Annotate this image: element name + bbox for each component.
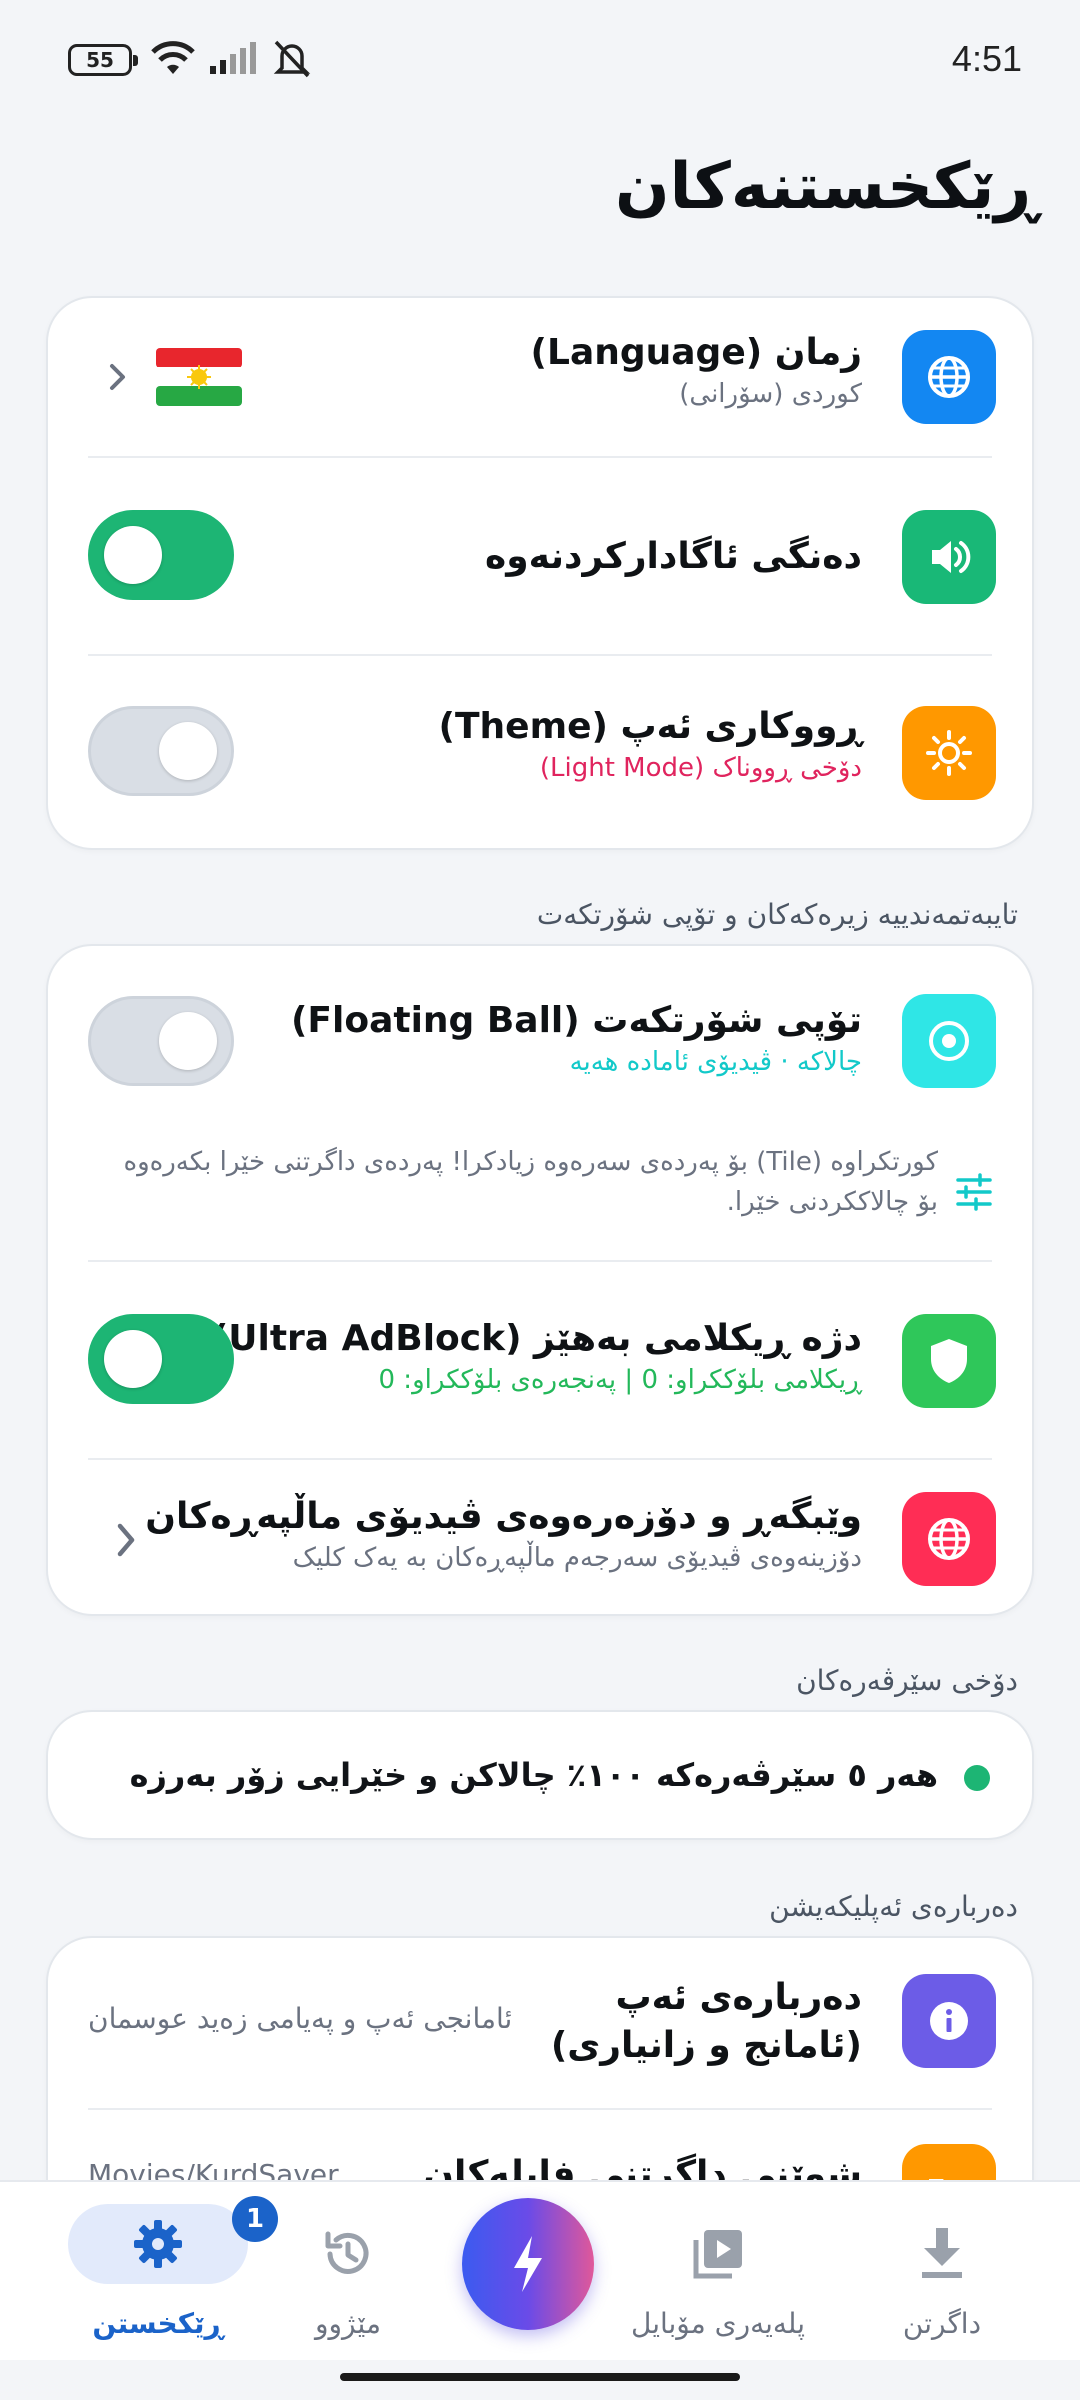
signal-icon xyxy=(210,42,256,74)
server-status-dot xyxy=(964,1765,990,1791)
adblock-title: دژە ڕیکلامی بەهێز (Ultra AdBlock) xyxy=(212,1318,862,1359)
about-row[interactable]: دەربارەی ئەپ (ئامانج و زانیاری) ئامانجی … xyxy=(48,1938,1036,2108)
toggle-knob xyxy=(159,1012,217,1070)
servers-status-text: هەر ٥ سێرڤەرەکە ١٠٠٪ چالاکن و خێرایی زۆر… xyxy=(129,1756,938,1794)
sound-row: دەنگی ئاگادارکردنەوە xyxy=(48,458,1036,654)
sound-text: دەنگی ئاگادارکردنەوە xyxy=(485,536,862,577)
sliders-icon xyxy=(956,1173,992,1211)
sound-icon-box xyxy=(902,510,996,604)
quick-action-button[interactable] xyxy=(462,2198,594,2330)
servers-section-label: دۆخی سێرڤەرەکان xyxy=(796,1664,1018,1697)
battery-indicator: 55 xyxy=(68,44,138,76)
about-title: دەربارەی ئەپ (ئامانج و زانیاری) xyxy=(550,1977,862,2066)
chevron-right-icon xyxy=(117,1523,135,1557)
browser-icon-box xyxy=(902,1492,996,1586)
smart-section-label: تایبەتمەندییە زیرەکەکان و تۆپی شۆرتکەت xyxy=(536,898,1018,931)
kurdistan-flag-icon xyxy=(156,348,242,406)
floating-ball-icon-box xyxy=(902,994,996,1088)
servers-status-card: هەر ٥ سێرڤەرەکە ١٠٠٪ چالاکن و خێرایی زۆر… xyxy=(46,1710,1034,1840)
language-title: زمان (Language) xyxy=(530,332,862,373)
globe-icon xyxy=(928,1518,970,1560)
bell-muted-icon xyxy=(273,40,311,78)
floating-ball-row: تۆپی شۆرتکەت (Floating Ball) چالاکە · ڤی… xyxy=(48,946,1036,1132)
nav-player-label: پلەیەری مۆبایل xyxy=(630,2307,805,2340)
general-settings-card: زمان (Language) کوردی (سۆرانی) دەنگی ئاگ… xyxy=(46,296,1034,850)
nav-history[interactable]: 1 مێژوو xyxy=(232,2196,448,2352)
target-icon xyxy=(929,1021,969,1061)
tile-note-row: کورتکراوە (Tile) بۆ پەردەی سەرەوە زیادکر… xyxy=(48,1132,1036,1260)
theme-title: ڕووکاری ئەپ (Theme) xyxy=(438,706,862,747)
language-text: زمان (Language) کوردی (سۆرانی) xyxy=(531,332,862,409)
smart-features-card: تۆپی شۆرتکەت (Floating Ball) چالاکە · ڤی… xyxy=(46,944,1034,1616)
nav-downloads[interactable]: داگرتن xyxy=(842,2202,1042,2352)
nav-history-label: مێژوو xyxy=(315,2307,381,2340)
adblock-row: دژە ڕیکلامی بەهێز (Ultra AdBlock) ڕیکلام… xyxy=(48,1262,1036,1458)
floating-ball-subtitle: چالاکە · ڤیدیۆی ئامادە هەیە xyxy=(569,1047,862,1077)
bottom-navigation: ڕێکخستن 1 مێژوو پلەیەری مۆبایل داگرتن xyxy=(0,2180,1080,2360)
sun-icon xyxy=(926,730,972,776)
nav-settings[interactable]: ڕێکخستن xyxy=(38,2202,248,2352)
home-indicator xyxy=(340,2373,740,2381)
page-title: ڕێکخستنەکان xyxy=(614,150,1038,224)
nav-settings-label: ڕێکخستن xyxy=(92,2307,224,2340)
adblock-toggle[interactable] xyxy=(88,1314,234,1404)
floating-ball-toggle[interactable] xyxy=(88,996,234,1086)
browser-title: وێبگەڕ و دۆزەرەوەی ڤیدیۆی ماڵپەڕەکان xyxy=(145,1496,862,1537)
nav-player[interactable]: پلەیەری مۆبایل xyxy=(618,2202,818,2352)
about-side-text: ئامانجی ئەپ و پەیامی زەید عوسمان xyxy=(88,2002,513,2035)
tile-note-text: کورتکراوە (Tile) بۆ پەردەی سەرەوە زیادکر… xyxy=(123,1147,938,1217)
clock: 4:51 xyxy=(951,38,1022,79)
floating-ball-text: تۆپی شۆرتکەت (Floating Ball) چالاکە · ڤی… xyxy=(291,1000,862,1077)
history-badge: 1 xyxy=(232,2196,278,2242)
toggle-knob xyxy=(159,722,217,780)
sound-title: دەنگی ئاگادارکردنەوە xyxy=(485,536,862,577)
language-icon-box xyxy=(902,330,996,424)
theme-subtitle: دۆخی ڕووناک (Light Mode) xyxy=(539,753,862,783)
adblock-icon-box xyxy=(902,1314,996,1408)
chevron-left-icon xyxy=(110,364,125,390)
browser-subtitle: دۆزینەوەی ڤیدیۆی سەرجەم ماڵپەڕەکان بە یە… xyxy=(292,1543,862,1573)
globe-icon xyxy=(928,356,970,398)
lightning-icon xyxy=(514,2236,542,2292)
sound-toggle[interactable] xyxy=(88,510,234,600)
video-library-icon xyxy=(693,2230,742,2279)
language-subtitle: کوردی (سۆرانی) xyxy=(679,379,862,409)
browser-text: وێبگەڕ و دۆزەرەوەی ڤیدیۆی ماڵپەڕەکان دۆز… xyxy=(145,1496,862,1573)
theme-icon-box xyxy=(902,706,996,800)
info-icon xyxy=(930,2002,968,2040)
status-bar: 55 4:51 xyxy=(0,0,1080,120)
about-icon-box xyxy=(902,1974,996,2068)
wifi-icon xyxy=(151,41,195,74)
floating-ball-title: تۆپی شۆرتکەت (Floating Ball) xyxy=(290,1000,862,1041)
theme-text: ڕووکاری ئەپ (Theme) دۆخی ڕووناک (Light M… xyxy=(439,706,862,783)
adblock-subtitle: ڕیکلامی بلۆککراو: 0 | پەنجەرەی بلۆککراو:… xyxy=(378,1365,863,1395)
download-icon xyxy=(922,2228,962,2278)
history-icon xyxy=(325,2231,369,2274)
browser-row[interactable]: وێبگەڕ و دۆزەرەوەی ڤیدیۆی ماڵپەڕەکان دۆز… xyxy=(48,1460,1036,1618)
theme-toggle[interactable] xyxy=(88,706,234,796)
shield-icon xyxy=(931,1339,967,1383)
language-row[interactable]: زمان (Language) کوردی (سۆرانی) xyxy=(48,298,1036,456)
theme-row: ڕووکاری ئەپ (Theme) دۆخی ڕووناک (Light M… xyxy=(48,656,1036,852)
toggle-knob xyxy=(104,1330,162,1388)
adblock-text: دژە ڕیکلامی بەهێز (Ultra AdBlock) ڕیکلام… xyxy=(212,1318,862,1395)
about-section-label: دەربارەی ئەپلیکەیشن xyxy=(769,1890,1018,1923)
toggle-knob xyxy=(104,526,162,584)
gear-icon xyxy=(134,2220,182,2268)
nav-downloads-label: داگرتن xyxy=(902,2307,982,2340)
speaker-icon xyxy=(932,541,971,573)
